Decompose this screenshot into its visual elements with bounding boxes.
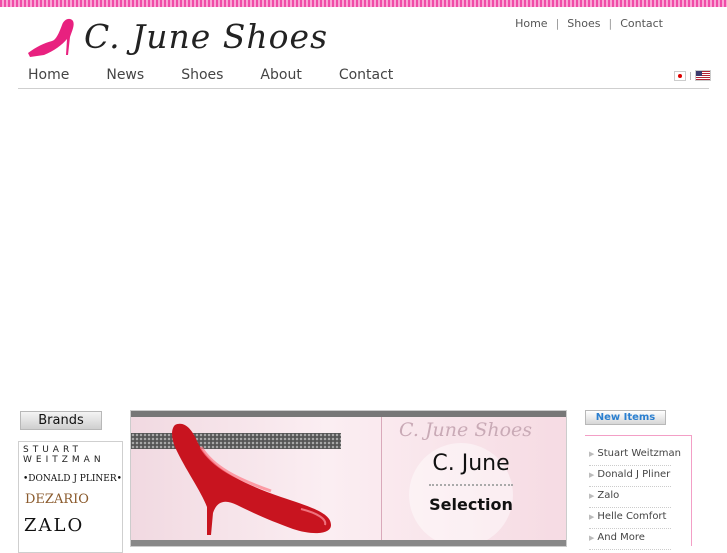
- nav-about[interactable]: About: [260, 67, 301, 83]
- nav-divider: [18, 88, 709, 89]
- banner-logo: C. June Shoes: [399, 419, 532, 441]
- list-item[interactable]: ▶ Stuart Weitzman: [589, 446, 681, 466]
- list-item[interactable]: ▶ And More: [589, 530, 671, 550]
- nav-news[interactable]: News: [106, 67, 144, 83]
- toplink-contact[interactable]: Contact: [620, 17, 663, 30]
- nav-contact[interactable]: Contact: [339, 67, 393, 83]
- red-shoe-image: [172, 423, 331, 535]
- site-logo[interactable]: C. June Shoes: [26, 12, 328, 60]
- arrow-right-icon: ▶: [589, 450, 595, 458]
- selection-banner[interactable]: C. June Shoes C. June Selection: [130, 410, 567, 547]
- arrow-right-icon: ▶: [589, 471, 595, 479]
- list-item[interactable]: ▶ Donald J Pliner: [589, 467, 671, 487]
- arrow-right-icon: ▶: [589, 534, 595, 542]
- list-item-label: And More: [597, 532, 645, 543]
- brand-dezario[interactable]: DEZARIO: [25, 492, 89, 507]
- list-item-label: Stuart Weitzman: [597, 448, 681, 459]
- logo-text: C. June Shoes: [84, 16, 328, 56]
- list-item-label: Zalo: [597, 490, 620, 501]
- banner-divider: [381, 417, 382, 540]
- main-nav: Home News Shoes About Contact: [28, 67, 430, 83]
- list-item-label: Donald J Pliner: [597, 469, 671, 480]
- banner-title: C. June: [432, 451, 510, 476]
- new-items-heading: New Items: [585, 410, 666, 425]
- list-item-label: Helle Comfort: [597, 511, 667, 522]
- list-item[interactable]: ▶ Zalo: [589, 488, 671, 508]
- toplink-separator: |: [608, 17, 613, 30]
- nav-shoes[interactable]: Shoes: [181, 67, 223, 83]
- banner-bottom-strip: [131, 540, 566, 546]
- brands-heading: Brands: [20, 411, 102, 430]
- toplink-home[interactable]: Home: [515, 17, 547, 30]
- flag-separator: |: [689, 71, 692, 80]
- toplink-shoes[interactable]: Shoes: [567, 17, 600, 30]
- high-heel-logo-icon: [28, 18, 74, 57]
- toplink-separator: |: [555, 17, 560, 30]
- japan-flag-icon[interactable]: [674, 70, 686, 81]
- arrow-right-icon: ▶: [589, 513, 595, 521]
- banner-subtitle: Selection: [429, 495, 513, 514]
- list-item[interactable]: ▶ Helle Comfort: [589, 509, 671, 529]
- brand-stuart-weitzman[interactable]: STUART WEITZMAN: [23, 445, 113, 465]
- arrow-right-icon: ▶: [589, 492, 595, 500]
- us-flag-icon[interactable]: [694, 70, 711, 81]
- top-links: Home | Shoes | Contact: [515, 17, 663, 30]
- new-items-list: ▶ Stuart Weitzman ▶ Donald J Pliner ▶ Zalo …: [589, 446, 681, 551]
- language-switcher: |: [674, 70, 711, 81]
- top-pink-bar: [0, 0, 727, 7]
- banner-dotted-rule: [429, 484, 513, 486]
- brand-zalo[interactable]: ZALO: [24, 515, 84, 536]
- brand-donald-j-pliner[interactable]: •DONALD J PLINER•: [23, 474, 122, 484]
- nav-home[interactable]: Home: [28, 67, 69, 83]
- brands-list: STUART WEITZMAN •DONALD J PLINER• DEZARI…: [18, 441, 123, 553]
